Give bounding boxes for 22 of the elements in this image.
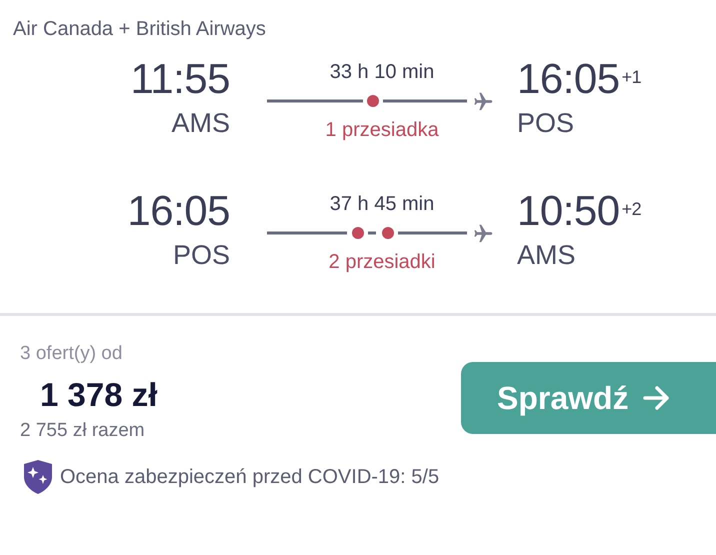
stops-label: 1 przesiadka: [325, 119, 439, 141]
arrival-time: 10:50: [517, 187, 620, 234]
offers-count: 3 ofert(y) od: [20, 343, 122, 364]
departure-time: 16:05: [127, 187, 230, 234]
airport-code: POS: [517, 108, 574, 138]
check-button[interactable]: Sprawdź: [461, 362, 716, 434]
arrival-time: 16:05: [517, 55, 620, 102]
airline-names: Air Canada + British Airways: [13, 18, 266, 40]
day-offset: +1: [622, 67, 642, 87]
departure-time: 11:55: [130, 55, 230, 102]
airport-code: POS: [172, 240, 230, 270]
stops-label: 2 przesiadki: [328, 251, 436, 273]
total-price: 2 755 zł razem: [20, 420, 145, 440]
flight-duration: 37 h 45 min: [330, 193, 434, 215]
airport-code: AMS: [517, 240, 576, 270]
arrow-icon: [642, 385, 671, 411]
flight-duration: 33 h 10 min: [330, 61, 434, 83]
airport-code: AMS: [171, 108, 230, 138]
price: 1 378 zł: [40, 376, 158, 412]
covid-rating: Ocena zabezpieczeń przed COVID-19: 5/5: [60, 465, 440, 490]
day-offset: +2: [622, 199, 642, 219]
shield-icon: [22, 459, 54, 495]
